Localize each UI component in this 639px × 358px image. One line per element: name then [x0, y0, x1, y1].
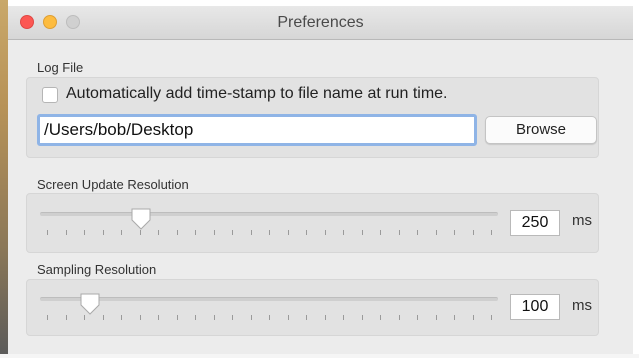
slider-tick [362, 230, 363, 235]
slider-tick [84, 230, 85, 235]
title-bar[interactable]: Preferences [8, 6, 633, 40]
slider-tick [288, 315, 289, 320]
screen-update-unit: ms [572, 212, 592, 229]
sampling-unit: ms [572, 297, 592, 314]
slider-tick [399, 315, 400, 320]
slider-tick [251, 315, 252, 320]
slider-tick [66, 315, 67, 320]
slider-tick [158, 230, 159, 235]
slider-tick [195, 315, 196, 320]
screen-update-slider-track[interactable] [40, 212, 498, 216]
slider-tick [288, 230, 289, 235]
slider-tick [306, 230, 307, 235]
sampling-label: Sampling Resolution [37, 262, 157, 277]
log-path-input[interactable] [37, 114, 477, 146]
slider-tick [436, 230, 437, 235]
slider-tick [473, 315, 474, 320]
slider-tick [232, 230, 233, 235]
screen-update-value-field[interactable] [510, 210, 560, 236]
slider-tick [306, 315, 307, 320]
slider-tick [417, 230, 418, 235]
slider-tick [362, 315, 363, 320]
slider-tick [47, 230, 48, 235]
slider-tick [343, 230, 344, 235]
slider-tick [380, 230, 381, 235]
slider-tick [380, 315, 381, 320]
screen-update-slider-ticks [47, 230, 492, 236]
screen-update-label: Screen Update Resolution [37, 177, 189, 192]
log-file-label: Log File [37, 60, 84, 75]
timestamp-checkbox[interactable] [42, 87, 58, 103]
sampling-slider-thumb[interactable] [79, 292, 101, 316]
slider-tick [473, 230, 474, 235]
slider-tick [103, 315, 104, 320]
slider-tick [491, 230, 492, 235]
browse-button[interactable]: Browse [485, 116, 597, 144]
slider-tick [47, 315, 48, 320]
slider-tick [436, 315, 437, 320]
slider-tick [214, 315, 215, 320]
sampling-slider-ticks [47, 315, 492, 321]
slider-tick [177, 315, 178, 320]
sampling-slider-track[interactable] [40, 297, 498, 301]
slider-tick [121, 230, 122, 235]
slider-tick [454, 230, 455, 235]
slider-tick [121, 315, 122, 320]
slider-tick [66, 230, 67, 235]
slider-tick [269, 230, 270, 235]
slider-tick [325, 315, 326, 320]
screen-update-slider-thumb[interactable] [130, 207, 152, 231]
slider-tick [399, 230, 400, 235]
slider-tick [269, 315, 270, 320]
slider-tick [491, 315, 492, 320]
window-bottom-edge [0, 354, 639, 358]
slider-tick [251, 230, 252, 235]
slider-tick [343, 315, 344, 320]
sampling-value-field[interactable] [510, 294, 560, 320]
slider-tick [325, 230, 326, 235]
window-title: Preferences [277, 14, 364, 31]
slider-tick [195, 230, 196, 235]
slider-tick [140, 315, 141, 320]
slider-tick [417, 315, 418, 320]
slider-tick [454, 315, 455, 320]
slider-tick [177, 230, 178, 235]
slider-tick [232, 315, 233, 320]
slider-tick [214, 230, 215, 235]
background-window-edge [0, 0, 8, 358]
slider-tick [158, 315, 159, 320]
timestamp-checkbox-label[interactable]: Automatically add time-stamp to file nam… [66, 85, 448, 103]
slider-tick [103, 230, 104, 235]
